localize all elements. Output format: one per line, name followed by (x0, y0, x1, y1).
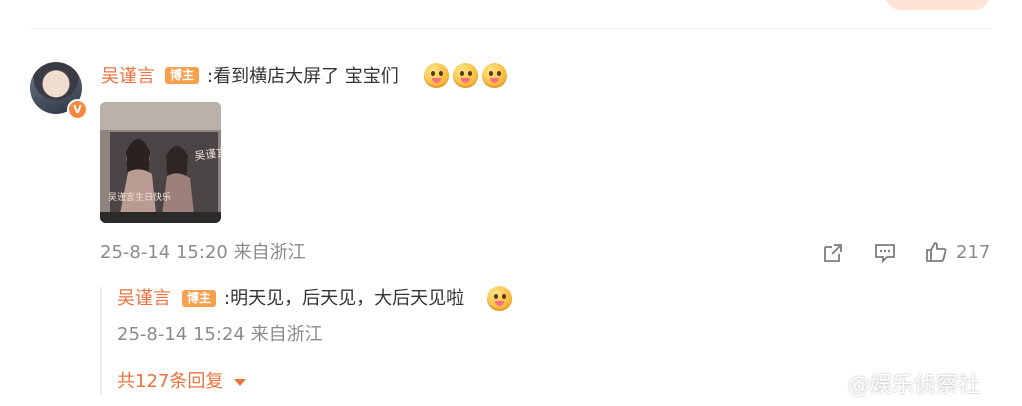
reply-text: :明天见，后天见，大后天见啦 (224, 288, 465, 309)
comment-photo[interactable]: 吴谨言生日快乐 吴谨言生日快乐 (100, 102, 221, 223)
grinning-face-icon (424, 63, 449, 88)
comment-text: :看到横店大屏了 宝宝们 (207, 66, 399, 87)
verified-badge-icon: V (67, 99, 88, 120)
grinning-face-icon (482, 63, 507, 88)
share-icon[interactable] (821, 241, 845, 265)
grinning-face-icon (453, 63, 478, 88)
billboard-image: 吴谨言生日快乐 吴谨言生日快乐 (100, 102, 221, 223)
top-action-pill[interactable] (885, 0, 990, 10)
top-divider (30, 28, 992, 29)
reply-thread-line (100, 287, 102, 395)
comment-username[interactable]: 吴谨言 (101, 67, 155, 87)
reply-username[interactable]: 吴谨言 (117, 289, 171, 309)
chevron-down-icon[interactable] (234, 379, 246, 386)
blogger-tag: 博主 (165, 67, 200, 84)
reply-blogger-tag: 博主 (182, 290, 217, 307)
comment-timestamp: 25-8-14 15:20 来自浙江 (100, 242, 306, 263)
weibo-logo-icon (814, 371, 842, 393)
heart-face-icon (487, 286, 512, 311)
like-icon[interactable] (924, 240, 948, 264)
more-replies-link[interactable]: 共127条回复 (117, 372, 223, 392)
like-count: 217 (956, 242, 991, 263)
reply-timestamp: 25-8-14 15:24 来自浙江 (117, 324, 323, 345)
watermark-text: @娱乐侦察社 (848, 373, 981, 398)
watermark: @娱乐侦察社 (812, 366, 980, 400)
image-caption-left: 吴谨言生日快乐 (108, 191, 171, 202)
comment-icon[interactable] (873, 241, 897, 265)
